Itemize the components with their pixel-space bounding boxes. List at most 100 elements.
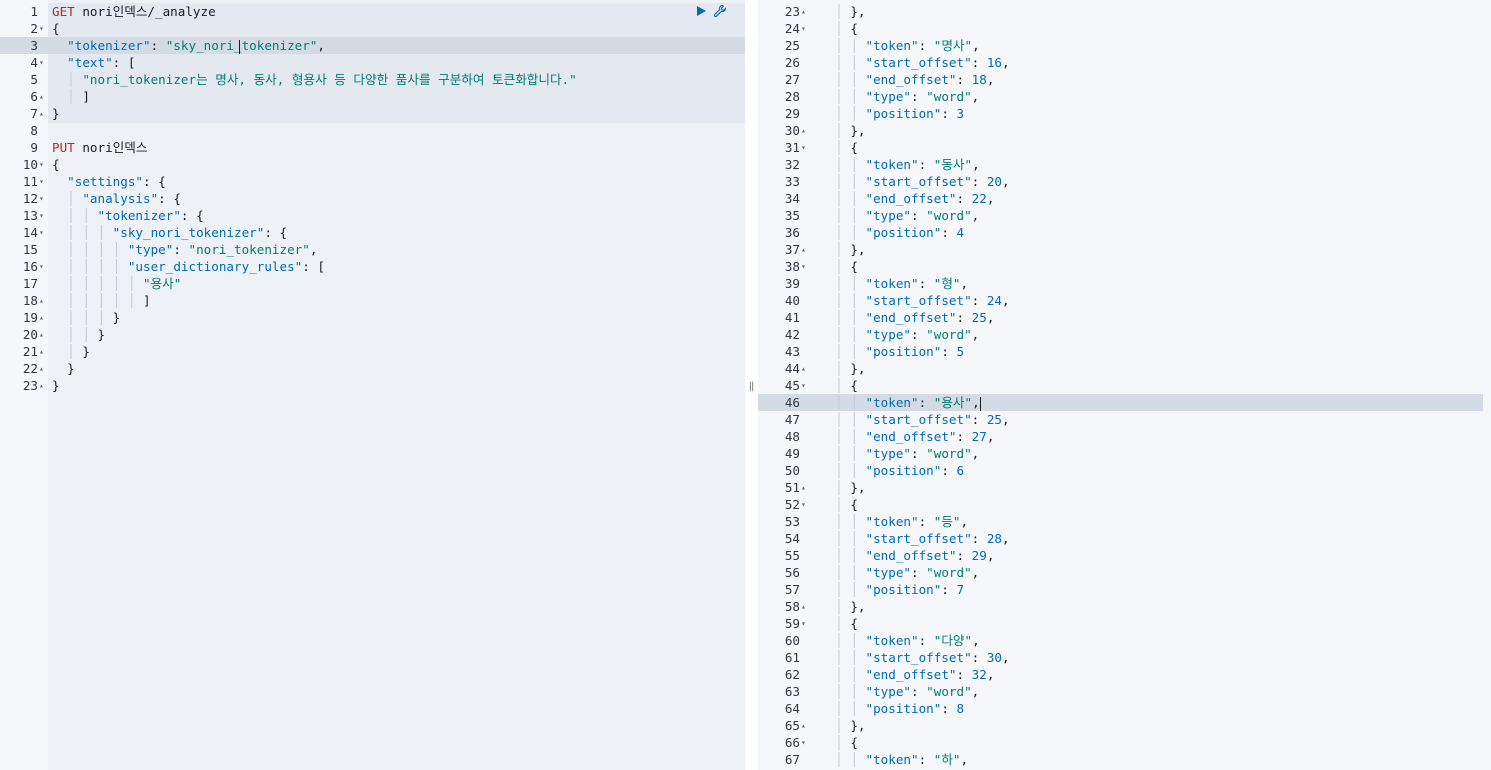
response-code-line[interactable]: 40 │ │ "start_offset": 24, [758, 292, 1491, 309]
fold-collapse-icon[interactable]: ▾ [801, 258, 806, 275]
fold-collapse-icon[interactable]: ▾ [801, 377, 806, 394]
response-code-line[interactable]: 28 │ │ "type": "word", [758, 88, 1491, 105]
fold-collapse-icon[interactable]: ▾ [801, 615, 806, 632]
response-code-line[interactable]: 25 │ │ "token": "명사", [758, 37, 1491, 54]
request-code-line[interactable]: 13 ▾ │ │ "tokenizer": { [0, 207, 745, 224]
fold-expand-icon[interactable]: ▴ [39, 105, 44, 122]
response-code-line[interactable]: 27 │ │ "end_offset": 18, [758, 71, 1491, 88]
fold-expand-icon[interactable]: ▴ [39, 88, 44, 105]
fold-collapse-icon[interactable]: ▾ [39, 156, 44, 173]
fold-expand-icon[interactable]: ▴ [39, 343, 44, 360]
request-code-line[interactable]: 22 ▴ } [0, 360, 745, 377]
request-code-line[interactable]: 15 │ │ │ │ "type": "nori_tokenizer", [0, 241, 745, 258]
fold-collapse-icon[interactable]: ▾ [39, 207, 44, 224]
response-code-line[interactable]: 51 ▴ │ }, [758, 479, 1491, 496]
request-code-line[interactable]: 8 [0, 122, 745, 139]
pane-splitter[interactable]: ‖ [745, 0, 758, 770]
response-code-line[interactable]: 26 │ │ "start_offset": 16, [758, 54, 1491, 71]
response-code-line[interactable]: 32 │ │ "token": "동사", [758, 156, 1491, 173]
request-code-line[interactable]: 10 ▾ { [0, 156, 745, 173]
request-code-line[interactable]: 5 │ "nori_tokenizer는 명사, 동사, 형용사 등 다양한 품… [0, 71, 745, 88]
request-code-line[interactable]: 23 ▴} [0, 377, 745, 394]
response-code-line[interactable]: 57 │ │ "position": 7 [758, 581, 1491, 598]
request-code-line[interactable]: 7 ▴} [0, 105, 745, 122]
response-code-line[interactable]: 36 │ │ "position": 4 [758, 224, 1491, 241]
response-code-line[interactable]: 61 │ │ "start_offset": 30, [758, 649, 1491, 666]
fold-collapse-icon[interactable]: ▾ [39, 190, 44, 207]
response-code-line[interactable]: 37 ▴ │ }, [758, 241, 1491, 258]
fold-expand-icon[interactable]: ▴ [801, 3, 806, 20]
response-code-line[interactable]: 52 ▾ │ { [758, 496, 1491, 513]
fold-expand-icon[interactable]: ▴ [39, 292, 44, 309]
fold-collapse-icon[interactable]: ▾ [801, 734, 806, 751]
response-code-line[interactable]: 64 │ │ "position": 8 [758, 700, 1491, 717]
response-code-line[interactable]: 31 ▾ │ { [758, 139, 1491, 156]
response-code-line[interactable]: 45 ▾ │ { [758, 377, 1491, 394]
fold-collapse-icon[interactable]: ▾ [39, 54, 44, 71]
response-code-line[interactable]: 42 │ │ "type": "word", [758, 326, 1491, 343]
play-icon[interactable] [694, 4, 708, 18]
response-code-line[interactable]: 46 │ │ "token": "용사", [758, 394, 1491, 411]
response-code-line[interactable]: 29 │ │ "position": 3 [758, 105, 1491, 122]
request-editor-code[interactable]: 1 GET nori인덱스/_analyze 2 ▾{3 "tokenizer": "… [0, 3, 745, 394]
response-code-line[interactable]: 60 │ │ "token": "다양", [758, 632, 1491, 649]
request-code-line[interactable]: 17 │ │ │ │ │ "용사" [0, 275, 745, 292]
response-code-line[interactable]: 49 │ │ "type": "word", [758, 445, 1491, 462]
request-code-line[interactable]: 3 "tokenizer": "sky_nori_tokenizer", [0, 37, 745, 54]
response-code-line[interactable]: 53 │ │ "token": "등", [758, 513, 1491, 530]
fold-expand-icon[interactable]: ▴ [39, 360, 44, 377]
request-code-line[interactable]: 14 ▾ │ │ │ "sky_nori_tokenizer": { [0, 224, 745, 241]
request-code-line[interactable]: 18 ▴ │ │ │ │ │ ] [0, 292, 745, 309]
request-code-line[interactable]: 20 ▴ │ │ } [0, 326, 745, 343]
fold-expand-icon[interactable]: ▴ [801, 479, 806, 496]
request-code-line[interactable]: 4 ▾ "text": [ [0, 54, 745, 71]
fold-expand-icon[interactable]: ▴ [39, 309, 44, 326]
request-code-line[interactable]: 19 ▴ │ │ │ } [0, 309, 745, 326]
response-viewer-code[interactable]: 23 ▴ │ }, 24 ▾ │ {25 │ │ "token": "명사", 26 │… [758, 3, 1491, 768]
response-code-line[interactable]: 39 │ │ "token": "형", [758, 275, 1491, 292]
fold-collapse-icon[interactable]: ▾ [39, 173, 44, 190]
fold-expand-icon[interactable]: ▴ [801, 360, 806, 377]
response-code-line[interactable]: 43 │ │ "position": 5 [758, 343, 1491, 360]
request-editor-pane[interactable]: 1 GET nori인덱스/_analyze 2 ▾{3 "tokenizer": "… [0, 0, 745, 770]
fold-collapse-icon[interactable]: ▾ [801, 20, 806, 37]
fold-expand-icon[interactable]: ▴ [801, 241, 806, 258]
response-code-line[interactable]: 33 │ │ "start_offset": 20, [758, 173, 1491, 190]
response-code-line[interactable]: 65 ▴ │ }, [758, 717, 1491, 734]
request-code-line[interactable]: 21 ▴ │ } [0, 343, 745, 360]
response-code-line[interactable]: 55 │ │ "end_offset": 29, [758, 547, 1491, 564]
response-code-line[interactable]: 58 ▴ │ }, [758, 598, 1491, 615]
fold-collapse-icon[interactable]: ▾ [801, 139, 806, 156]
drag-handle-icon[interactable]: ‖ [748, 381, 755, 393]
response-code-line[interactable]: 59 ▾ │ { [758, 615, 1491, 632]
response-code-line[interactable]: 44 ▴ │ }, [758, 360, 1491, 377]
response-code-line[interactable]: 23 ▴ │ }, [758, 3, 1491, 20]
fold-collapse-icon[interactable]: ▾ [39, 20, 44, 37]
response-code-line[interactable]: 38 ▾ │ { [758, 258, 1491, 275]
request-code-line[interactable]: 11 ▾ "settings": { [0, 173, 745, 190]
request-code-line[interactable]: 16 ▾ │ │ │ │ "user_dictionary_rules": [ [0, 258, 745, 275]
response-code-line[interactable]: 50 │ │ "position": 6 [758, 462, 1491, 479]
fold-collapse-icon[interactable]: ▾ [39, 258, 44, 275]
fold-collapse-icon[interactable]: ▾ [801, 496, 806, 513]
wrench-icon[interactable] [713, 4, 727, 18]
request-code-line[interactable]: 12 ▾ │ "analysis": { [0, 190, 745, 207]
response-code-line[interactable]: 47 │ │ "start_offset": 25, [758, 411, 1491, 428]
response-viewer-pane[interactable]: 23 ▴ │ }, 24 ▾ │ {25 │ │ "token": "명사", 26 │… [758, 0, 1491, 770]
response-code-line[interactable]: 35 │ │ "type": "word", [758, 207, 1491, 224]
fold-expand-icon[interactable]: ▴ [801, 122, 806, 139]
response-code-line[interactable]: 67 │ │ "token": "하", [758, 751, 1491, 768]
fold-collapse-icon[interactable]: ▾ [39, 224, 44, 241]
fold-expand-icon[interactable]: ▴ [801, 717, 806, 734]
response-code-line[interactable]: 24 ▾ │ { [758, 20, 1491, 37]
fold-expand-icon[interactable]: ▴ [39, 326, 44, 343]
request-code-line[interactable]: 9 PUT nori인덱스 [0, 139, 745, 156]
response-code-line[interactable]: 34 │ │ "end_offset": 22, [758, 190, 1491, 207]
fold-expand-icon[interactable]: ▴ [39, 377, 44, 394]
request-code-line[interactable]: 6 ▴ │ ] [0, 88, 745, 105]
response-code-line[interactable]: 63 │ │ "type": "word", [758, 683, 1491, 700]
response-code-line[interactable]: 54 │ │ "start_offset": 28, [758, 530, 1491, 547]
response-code-line[interactable]: 62 │ │ "end_offset": 32, [758, 666, 1491, 683]
response-code-line[interactable]: 48 │ │ "end_offset": 27, [758, 428, 1491, 445]
request-code-line[interactable]: 1 GET nori인덱스/_analyze [0, 3, 745, 20]
